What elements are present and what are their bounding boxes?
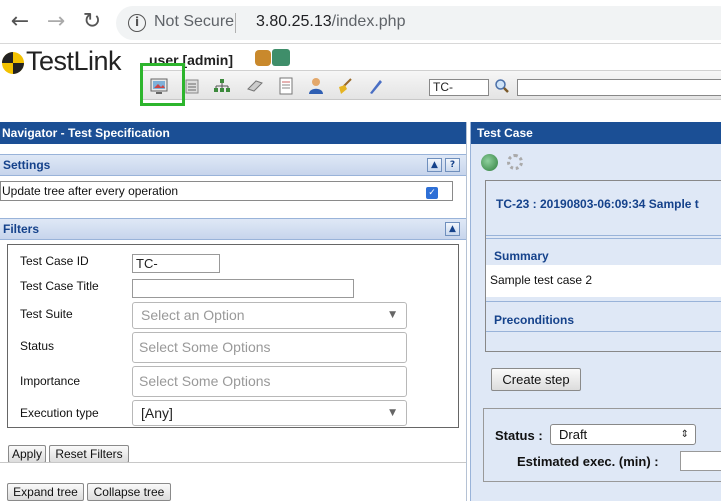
execution-type-value: [Any] (141, 405, 173, 421)
execute-icon[interactable] (246, 77, 264, 95)
divider (486, 238, 721, 239)
url-host: 3.80.25.13 (256, 13, 332, 30)
secondary-search-input[interactable] (517, 79, 721, 96)
update-tree-checkbox[interactable]: ✓ (426, 187, 438, 199)
browser-toolbar: ← → ↻ i Not Secure 3.80.25.13/index.php (0, 0, 721, 44)
reload-icon[interactable]: ↻ (80, 9, 104, 35)
test-case-title: Test Case (471, 122, 721, 144)
update-tree-setting: Update tree after every operation (0, 181, 453, 201)
user-icons (255, 48, 291, 68)
status-filter-placeholder: Select Some Options (139, 339, 271, 355)
test-case-panel: Test Case TC-23 : 20190803-06:09:34 Samp… (470, 122, 721, 501)
test-suite-label: Test Suite (20, 307, 73, 321)
divider (486, 235, 721, 236)
gear-icon[interactable] (507, 154, 523, 170)
importance-label: Importance (20, 374, 81, 388)
settings-label: Settings (3, 158, 51, 172)
test-case-id-label: Test Case ID (20, 254, 89, 268)
refresh-icon[interactable] (481, 154, 498, 171)
test-case-details: TC-23 : 20190803-06:09:34 Sample t Summa… (485, 180, 721, 352)
divider (486, 301, 721, 302)
collapse-tree-button[interactable]: Collapse tree (87, 483, 171, 501)
navigator-title: Navigator - Test Specification (0, 122, 466, 144)
highlight-box (140, 63, 185, 106)
reports-icon[interactable] (277, 77, 295, 95)
requirements-icon[interactable] (183, 77, 201, 95)
importance-placeholder: Select Some Options (139, 373, 271, 389)
events-broom-icon[interactable] (336, 77, 354, 95)
status-filter-select[interactable]: Select Some Options (132, 332, 407, 363)
testlink-logo-icon[interactable] (2, 52, 24, 74)
settings-collapse-icon[interactable]: ▲ (427, 158, 442, 172)
status-section: Status : Draft ⇕ Estimated exec. (min) : (483, 408, 721, 482)
summary-text: Sample test case 2 (490, 273, 593, 287)
update-tree-label: Update tree after every operation (2, 184, 179, 198)
filters-collapse-icon[interactable]: ▲ (445, 222, 460, 236)
test-case-title-input[interactable] (132, 279, 354, 298)
logout-icon[interactable] (272, 49, 290, 66)
chevron-down-icon: ▼ (389, 408, 396, 418)
search-icon[interactable] (494, 78, 510, 94)
reset-filters-button[interactable]: Reset Filters (49, 445, 129, 463)
estimated-exec-input[interactable] (680, 451, 721, 471)
testlink-logo-text[interactable]: TestLink (26, 46, 122, 77)
status-label: Status : (495, 428, 543, 443)
settings-header[interactable]: Settings (0, 154, 466, 176)
test-case-id-input[interactable]: TC- (132, 254, 220, 273)
expand-tree-button[interactable]: Expand tree (7, 483, 84, 501)
url-path: /index.php (331, 13, 406, 30)
user-management-icon[interactable] (307, 77, 325, 95)
status-value: Draft (559, 427, 588, 442)
test-case-heading: TC-23 : 20190803-06:09:34 Sample t (496, 197, 699, 211)
status-filter-label: Status (20, 339, 55, 353)
execution-type-label: Execution type (20, 406, 99, 420)
preconditions-label: Preconditions (494, 313, 575, 327)
test-spec-tree-icon[interactable] (213, 77, 231, 95)
summary-label: Summary (494, 249, 549, 263)
divider (486, 331, 721, 332)
back-icon[interactable]: ← (8, 9, 32, 35)
filters-header[interactable]: Filters (0, 218, 466, 240)
test-suite-placeholder: Select an Option (141, 307, 245, 323)
create-step-button[interactable]: Create step (491, 368, 581, 391)
tc-search-input[interactable]: TC- (429, 79, 489, 96)
security-label: Not Secure (154, 13, 235, 30)
navigator-panel: Navigator - Test Specification Settings … (0, 122, 467, 501)
execution-type-select[interactable]: [Any] ▼ (132, 400, 407, 426)
forward-icon[interactable]: → (44, 9, 68, 35)
info-icon[interactable]: i (128, 14, 146, 32)
chevron-updown-icon: ⇕ (680, 429, 689, 440)
address-bar[interactable]: i Not Secure 3.80.25.13/index.php (116, 6, 721, 40)
url-text[interactable]: 3.80.25.13/index.php (256, 13, 405, 31)
help-icon[interactable]: ? (445, 158, 460, 172)
divider (0, 462, 466, 463)
user-profile-icon[interactable] (255, 50, 271, 66)
url-divider (235, 13, 236, 33)
filters-form: Test Case ID TC- Test Case Title Test Su… (7, 244, 459, 428)
importance-select[interactable]: Select Some Options (132, 366, 407, 397)
status-select[interactable]: Draft ⇕ (550, 424, 696, 445)
estimated-exec-label: Estimated exec. (min) : (517, 454, 659, 469)
plugin-icon[interactable] (366, 77, 384, 95)
filters-label: Filters (3, 222, 40, 236)
apply-button[interactable]: Apply (8, 445, 46, 463)
test-case-title-label: Test Case Title (20, 279, 99, 293)
test-suite-select[interactable]: Select an Option ▼ (132, 302, 407, 329)
chevron-down-icon: ▼ (389, 310, 396, 320)
